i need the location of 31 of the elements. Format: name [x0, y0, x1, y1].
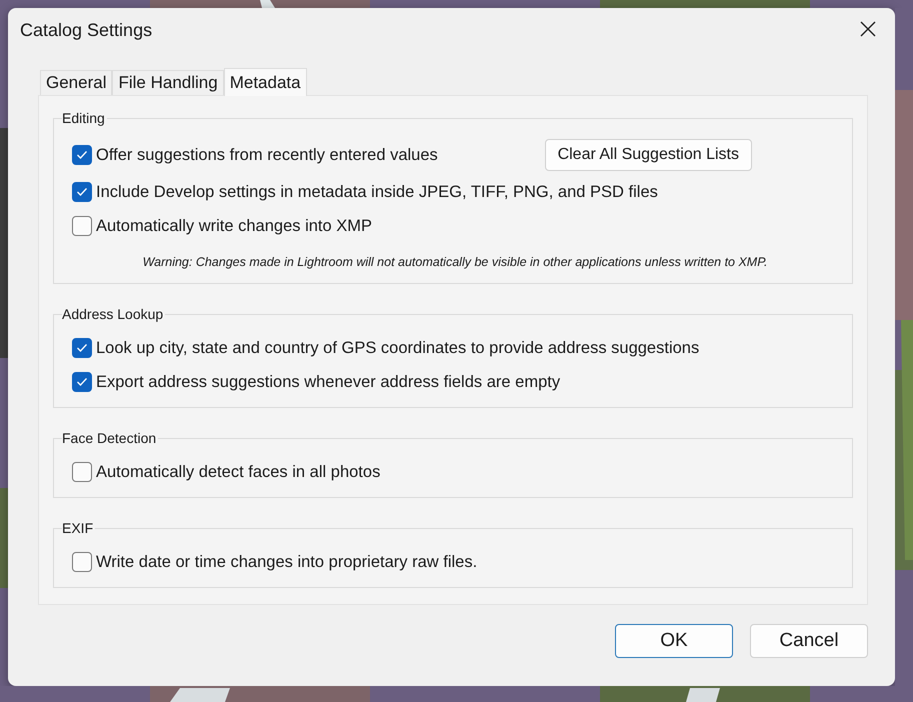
checkbox-label: Automatically detect faces in all photos [96, 462, 380, 482]
check-icon [76, 377, 88, 387]
checkbox-label: Export address suggestions whenever address fields are empty [96, 372, 560, 392]
group-title: EXIF [62, 520, 96, 536]
checkbox[interactable] [72, 216, 92, 236]
checkbox[interactable] [72, 462, 92, 482]
checkbox-label: Automatically write changes into XMP [96, 216, 372, 236]
check-icon [76, 187, 88, 197]
checkbox-label: Offer suggestions from recently entered values [96, 146, 438, 164]
dialog-button[interactable]: OK [615, 624, 733, 658]
close-icon [860, 21, 876, 37]
checkbox[interactable] [72, 372, 92, 392]
warning-text: Warning: Changes made in Lightroom will not automatically be visible in other applications unless written to XMP. [142, 254, 768, 271]
tab[interactable]: General [40, 70, 112, 95]
check-icon [76, 343, 88, 353]
dialog-button[interactable]: Cancel [750, 624, 868, 658]
clear-suggestions-button[interactable]: Clear All Suggestion Lists [544, 139, 752, 171]
checkbox[interactable] [72, 182, 92, 202]
checkbox[interactable] [72, 552, 92, 572]
checkbox-label: Look up city, state and country of GPS coordinates to provide address suggestions [96, 338, 700, 358]
checkbox[interactable] [72, 338, 92, 358]
tab[interactable]: Metadata [224, 68, 307, 96]
checkbox-label: Write date or time changes into proprietary raw files. [96, 552, 478, 572]
tab[interactable]: File Handling [112, 70, 224, 95]
checkbox-label: Include Develop settings in metadata inside JPEG, TIFF, PNG, and PSD files [96, 182, 658, 202]
group-title: Face Detection [62, 430, 158, 446]
checkbox[interactable] [72, 145, 92, 165]
group-title: Address Lookup [62, 306, 166, 322]
group-title: Editing [62, 110, 107, 126]
window-title: Catalog Settings [20, 20, 154, 40]
check-icon [76, 150, 88, 160]
